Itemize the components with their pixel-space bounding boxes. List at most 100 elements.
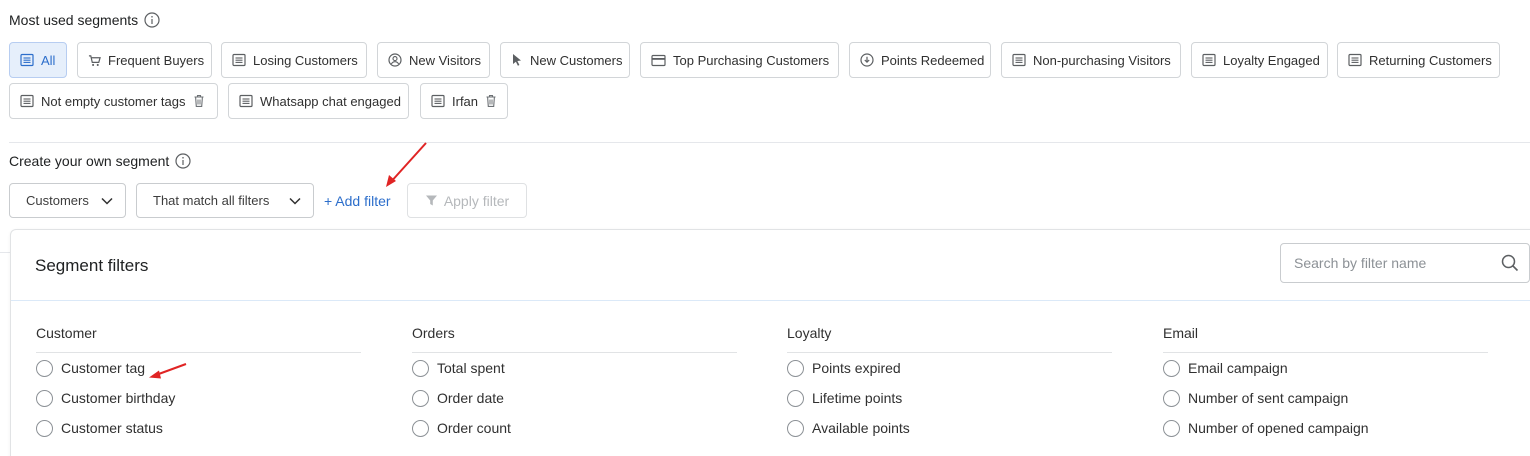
radio-button[interactable] bbox=[1163, 419, 1180, 437]
trash-icon[interactable] bbox=[485, 94, 497, 108]
filter-column-customer: Customer Customer tag Customer birthday … bbox=[36, 325, 361, 443]
filter-option-customer-status[interactable]: Customer status bbox=[36, 413, 361, 443]
segment-filters-panel: Segment filters Customer Customer tag Cu… bbox=[10, 229, 1530, 456]
radio-button[interactable] bbox=[787, 359, 804, 377]
filter-option-lifetime-points[interactable]: Lifetime points bbox=[787, 383, 1112, 413]
filter-option-label: Order count bbox=[437, 420, 511, 436]
cursor-icon bbox=[513, 54, 521, 66]
search-icon[interactable] bbox=[1501, 254, 1519, 272]
filter-option-label: Customer status bbox=[61, 420, 163, 436]
add-filter-link[interactable]: + Add filter bbox=[324, 193, 391, 209]
radio-button[interactable] bbox=[787, 389, 804, 407]
info-icon[interactable] bbox=[144, 12, 160, 28]
list-icon bbox=[431, 94, 445, 108]
segment-chip-label: Points Redeemed bbox=[881, 52, 985, 68]
segment-chip-label: Top Purchasing Customers bbox=[673, 52, 830, 68]
filter-option-available-points[interactable]: Available points bbox=[787, 413, 1112, 443]
segment-chip-returning-customers[interactable]: Returning Customers bbox=[1337, 42, 1500, 78]
filter-option-label: Points expired bbox=[812, 360, 901, 376]
chevron-down-icon bbox=[289, 197, 301, 205]
download-circle-icon bbox=[860, 53, 874, 67]
user-circle-icon bbox=[388, 53, 402, 67]
panel-title: Segment filters bbox=[35, 256, 149, 275]
filter-column-orders: Orders Total spent Order date Order coun… bbox=[412, 325, 737, 443]
filter-option-order-count[interactable]: Order count bbox=[412, 413, 737, 443]
list-icon bbox=[1012, 53, 1026, 67]
segment-chip-new-customers[interactable]: New Customers bbox=[500, 42, 630, 78]
filter-option-label: Customer tag bbox=[61, 360, 146, 376]
radio-button[interactable] bbox=[1163, 389, 1180, 407]
trash-icon[interactable] bbox=[193, 94, 205, 108]
filter-option-order-date[interactable]: Order date bbox=[412, 383, 737, 413]
filter-option-label: Number of sent campaign bbox=[1188, 390, 1349, 406]
radio-button[interactable] bbox=[787, 419, 804, 437]
create-segment-title: Create your own segment bbox=[9, 153, 170, 169]
list-icon bbox=[239, 94, 253, 108]
segment-chip-points-redeemed[interactable]: Points Redeemed bbox=[849, 42, 991, 78]
radio-button[interactable] bbox=[36, 419, 53, 437]
segment-chip-label: All bbox=[41, 52, 56, 68]
apply-filter-label: Apply filter bbox=[443, 192, 510, 209]
filter-option-points-expired[interactable]: Points expired bbox=[787, 353, 1112, 383]
filter-option-number-of-opened-campaign[interactable]: Number of opened campaign bbox=[1163, 413, 1488, 443]
segment-chip-label: Whatsapp chat engaged bbox=[260, 93, 401, 109]
filter-search-input[interactable] bbox=[1294, 255, 1501, 271]
segment-chip-irfan[interactable]: Irfan bbox=[420, 83, 508, 119]
segment-chip-label: Loyalty Engaged bbox=[1223, 52, 1320, 68]
segment-chip-label: Frequent Buyers bbox=[108, 52, 205, 68]
filter-column-title: Orders bbox=[412, 325, 737, 353]
entity-select-value: Customers bbox=[26, 193, 89, 208]
filter-option-label: Lifetime points bbox=[812, 390, 903, 406]
filter-option-customer-birthday[interactable]: Customer birthday bbox=[36, 383, 361, 413]
most-used-segments-title: Most used segments bbox=[9, 12, 139, 28]
list-icon bbox=[1202, 53, 1216, 67]
segment-chip-not-empty-customer-tags[interactable]: Not empty customer tags bbox=[9, 83, 218, 119]
filter-column-title: Loyalty bbox=[787, 325, 1112, 353]
list-icon bbox=[20, 53, 34, 67]
segment-chip-top-purchasing-customers[interactable]: Top Purchasing Customers bbox=[640, 42, 839, 78]
radio-button[interactable] bbox=[36, 389, 53, 407]
filter-column-title: Email bbox=[1163, 325, 1488, 353]
filter-option-label: Email campaign bbox=[1188, 360, 1288, 376]
segment-chip-label: Not empty customer tags bbox=[41, 93, 186, 109]
left-border-stub bbox=[0, 252, 10, 253]
list-icon bbox=[232, 53, 246, 67]
filter-option-number-of-sent-campaign[interactable]: Number of sent campaign bbox=[1163, 383, 1488, 413]
chevron-down-icon bbox=[101, 197, 113, 205]
match-select-value: That match all filters bbox=[153, 193, 270, 208]
match-select[interactable]: That match all filters bbox=[136, 183, 314, 218]
section-divider bbox=[9, 142, 1530, 143]
filter-option-label: Order date bbox=[437, 390, 504, 406]
apply-filter-button[interactable]: Apply filter bbox=[407, 183, 527, 218]
segment-chip-all[interactable]: All bbox=[9, 42, 67, 78]
segment-chip-new-visitors[interactable]: New Visitors bbox=[377, 42, 490, 78]
radio-button[interactable] bbox=[36, 359, 53, 377]
filter-option-label: Total spent bbox=[437, 360, 505, 376]
filter-column-title: Customer bbox=[36, 325, 361, 353]
info-icon[interactable] bbox=[175, 153, 191, 169]
most-used-segments-heading: Most used segments bbox=[9, 12, 160, 28]
filter-option-customer-tag[interactable]: Customer tag bbox=[36, 353, 361, 383]
radio-button[interactable] bbox=[412, 419, 429, 437]
filter-icon bbox=[425, 195, 437, 206]
filter-option-label: Number of opened campaign bbox=[1188, 420, 1369, 436]
panel-header: Segment filters bbox=[11, 230, 1530, 301]
segment-chip-label: Returning Customers bbox=[1369, 52, 1492, 68]
list-icon bbox=[20, 94, 34, 108]
segment-chip-label: Non-purchasing Visitors bbox=[1033, 52, 1171, 68]
segment-chip-non-purchasing-visitors[interactable]: Non-purchasing Visitors bbox=[1001, 42, 1181, 78]
segment-chip-losing-customers[interactable]: Losing Customers bbox=[221, 42, 367, 78]
filter-search-box[interactable] bbox=[1280, 243, 1530, 283]
segment-chip-label: Losing Customers bbox=[253, 52, 358, 68]
radio-button[interactable] bbox=[412, 359, 429, 377]
entity-select[interactable]: Customers bbox=[9, 183, 126, 218]
segment-chip-frequent-buyers[interactable]: Frequent Buyers bbox=[77, 42, 212, 78]
segment-chip-loyalty-engaged[interactable]: Loyalty Engaged bbox=[1191, 42, 1328, 78]
filter-option-total-spent[interactable]: Total spent bbox=[412, 353, 737, 383]
segment-chip-label: Irfan bbox=[452, 93, 479, 109]
radio-button[interactable] bbox=[1163, 359, 1180, 377]
filter-option-email-campaign[interactable]: Email campaign bbox=[1163, 353, 1488, 383]
create-segment-heading: Create your own segment bbox=[9, 153, 191, 169]
radio-button[interactable] bbox=[412, 389, 429, 407]
segment-chip-whatsapp-chat-engaged[interactable]: Whatsapp chat engaged bbox=[228, 83, 409, 119]
